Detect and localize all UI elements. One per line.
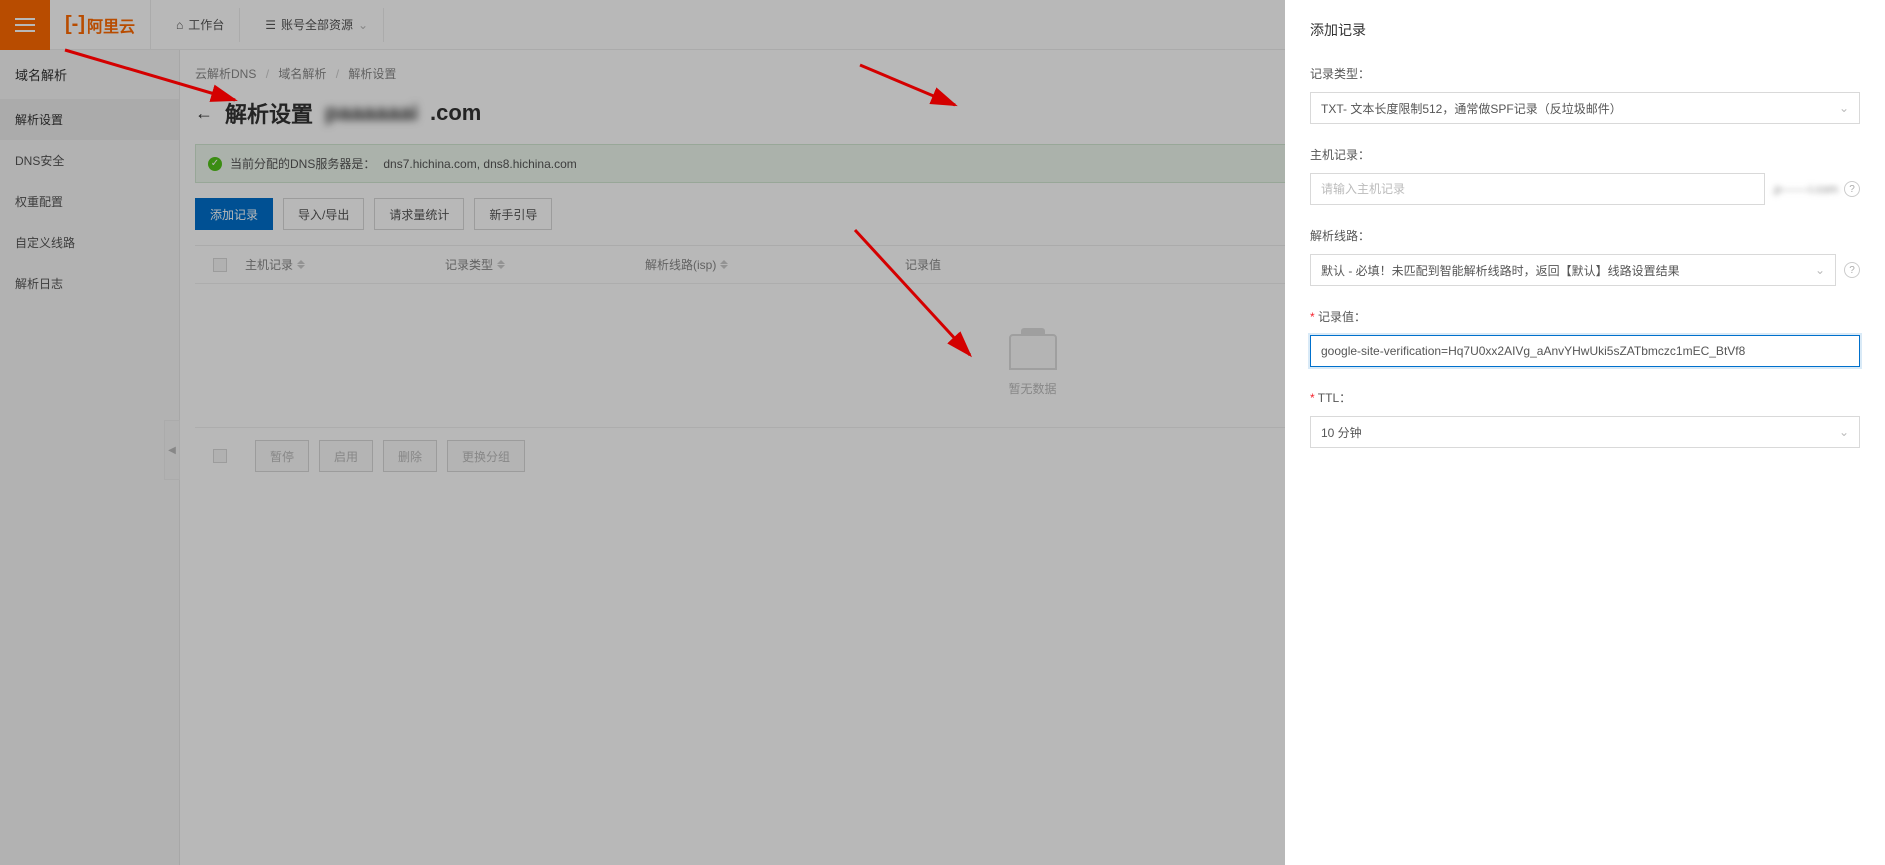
help-icon[interactable]: ? [1844, 262, 1860, 278]
label-ttl: TTL： [1310, 389, 1860, 406]
label-value: 记录值： [1310, 308, 1860, 325]
help-icon[interactable]: ? [1844, 181, 1860, 197]
label-host: 主机记录： [1310, 146, 1860, 163]
field-host: 主机记录： .p-------i.com ? [1310, 146, 1860, 205]
label-record-type: 记录类型： [1310, 65, 1860, 82]
field-line: 解析线路： 默认 - 必填！未匹配到智能解析线路时，返回【默认】线路设置结果 ⌄… [1310, 227, 1860, 286]
field-value: 记录值： [1310, 308, 1860, 367]
input-host[interactable] [1310, 173, 1765, 205]
input-value[interactable] [1310, 335, 1860, 367]
host-suffix: .p-------i.com [1771, 182, 1838, 196]
chevron-down-icon: ⌄ [1839, 101, 1849, 115]
chevron-down-icon: ⌄ [1839, 425, 1849, 439]
drawer-title: 添加记录 [1310, 20, 1860, 40]
select-ttl[interactable]: 10 分钟 ⌄ [1310, 416, 1860, 448]
field-ttl: TTL： 10 分钟 ⌄ [1310, 389, 1860, 448]
field-record-type: 记录类型： TXT- 文本长度限制512，通常做SPF记录（反垃圾邮件） ⌄ [1310, 65, 1860, 124]
add-record-drawer: 添加记录 记录类型： TXT- 文本长度限制512，通常做SPF记录（反垃圾邮件… [1285, 0, 1885, 865]
select-record-type[interactable]: TXT- 文本长度限制512，通常做SPF记录（反垃圾邮件） ⌄ [1310, 92, 1860, 124]
select-line[interactable]: 默认 - 必填！未匹配到智能解析线路时，返回【默认】线路设置结果 ⌄ [1310, 254, 1836, 286]
chevron-down-icon: ⌄ [1815, 263, 1825, 277]
label-line: 解析线路： [1310, 227, 1860, 244]
